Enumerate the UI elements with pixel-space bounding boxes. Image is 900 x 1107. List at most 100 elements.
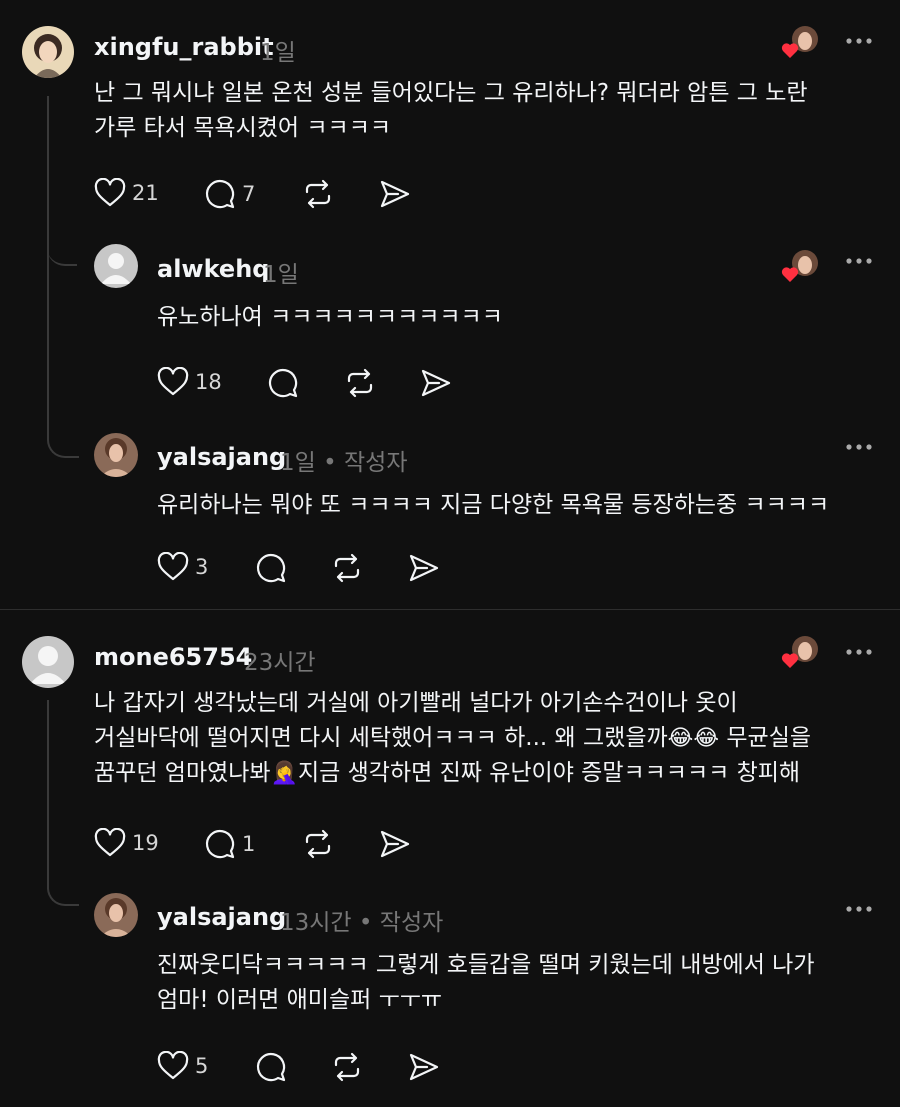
avatar[interactable] — [94, 433, 138, 477]
more-icon[interactable] — [845, 37, 873, 47]
timestamp: 1일 — [263, 262, 299, 288]
heart-icon — [157, 367, 189, 396]
comment-icon — [257, 1053, 286, 1082]
thread-divider — [0, 609, 900, 610]
like-button[interactable]: 21 — [94, 178, 159, 208]
comment-line: 난 그 뭐시냐 일본 온천 성분 들어있다는 그 유리하나? 뭐더라 암튼 그 … — [94, 80, 808, 106]
more-icon[interactable] — [845, 905, 873, 915]
repost-icon — [334, 553, 360, 583]
reply-connector — [47, 868, 79, 906]
more-icon[interactable] — [845, 648, 873, 658]
comment-body: 나 갑자기 생각났는데 거실에 아기빨래 널다가 아기손수건이나 옷이 거실바닥… — [94, 686, 811, 791]
reply-count: 7 — [242, 182, 256, 206]
comment-line: 가루 타서 목욕시켰어 ㅋㅋㅋㅋ — [94, 115, 392, 141]
like-count: 5 — [195, 1054, 209, 1078]
share-button[interactable] — [378, 828, 412, 860]
timestamp-author-tag: 13시간 • 작성자 — [280, 910, 444, 936]
repost-icon — [347, 368, 373, 398]
like-count: 18 — [195, 370, 222, 394]
reply-count: 1 — [242, 832, 256, 856]
comment-line-text: 지금 생각하면 진짜 유난이야 증말ㅋㅋㅋㅋㅋ 창피해 — [298, 760, 801, 786]
heart-icon — [157, 1051, 189, 1080]
comment-line: 꿈꾸던 엄마였나봐🤦‍♀️지금 생각하면 진짜 유난이야 증말ㅋㅋㅋㅋㅋ 창피해 — [94, 756, 811, 791]
facepalm-emoji: 🤦‍♀️ — [270, 761, 298, 786]
comment-body: 유리하나는 뭐야 또 ㅋㅋㅋㅋ 지금 다양한 목욕물 등장하는중 ㅋㅋㅋㅋ — [157, 488, 829, 523]
heart-icon — [94, 178, 126, 207]
reply-connector — [47, 420, 79, 458]
comment-line: 유노하나여 ㅋㅋㅋㅋㅋㅋㅋㅋㅋㅋㅋ — [157, 304, 503, 330]
repost-button[interactable] — [330, 552, 364, 584]
reply-button[interactable] — [255, 552, 287, 584]
reply-button[interactable] — [267, 367, 299, 399]
liked-by-author-icon — [781, 24, 818, 60]
reply-button[interactable]: 7 — [204, 178, 255, 210]
comment-icon — [269, 369, 298, 398]
comment-line-text: 거실바닥에 떨어지면 다시 세탁했어ㅋㅋㅋ 하... 왜 그랬을까 — [94, 725, 668, 751]
comment-icon — [206, 180, 235, 209]
timestamp-author-tag: 1일 • 작성자 — [280, 450, 408, 476]
username[interactable]: mone65754 — [94, 643, 252, 671]
comment-body: 난 그 뭐시냐 일본 온천 성분 들어있다는 그 유리하나? 뭐더라 암튼 그 … — [94, 76, 808, 146]
repost-icon — [305, 829, 331, 859]
thread-line — [47, 96, 49, 426]
like-button[interactable]: 5 — [157, 1051, 208, 1081]
share-icon — [409, 554, 439, 582]
avatar[interactable] — [22, 636, 74, 688]
repost-icon — [334, 1052, 360, 1082]
comment-line-text: 무균실을 — [719, 725, 812, 751]
reply-button[interactable] — [255, 1051, 287, 1083]
author-tag: 작성자 — [344, 450, 408, 476]
more-icon[interactable] — [845, 257, 873, 267]
comment-line: 나 갑자기 생각났는데 거실에 아기빨래 널다가 아기손수건이나 옷이 — [94, 690, 738, 716]
reply-button[interactable]: 1 — [204, 828, 255, 860]
comment-icon — [206, 830, 235, 859]
timestamp: 1일 — [260, 40, 296, 66]
reply-connector — [47, 240, 77, 266]
comment-body: 유노하나여 ㅋㅋㅋㅋㅋㅋㅋㅋㅋㅋㅋ — [157, 300, 503, 335]
share-icon — [409, 1053, 439, 1081]
share-button[interactable] — [378, 178, 412, 210]
timestamp: 23시간 — [244, 650, 316, 676]
comment-icon — [257, 554, 286, 583]
share-button[interactable] — [407, 552, 441, 584]
repost-button[interactable] — [301, 178, 335, 210]
share-icon — [380, 830, 410, 858]
avatar[interactable] — [94, 244, 138, 288]
like-button[interactable]: 18 — [157, 367, 222, 397]
username[interactable]: alwkehq — [157, 255, 269, 283]
repost-icon — [305, 179, 331, 209]
laughing-emoji: 😂😂 — [667, 726, 720, 751]
comment-line: 엄마! 이러면 애미슬퍼 ㅜㅜㅠ — [157, 987, 443, 1013]
heart-icon — [157, 552, 189, 581]
like-count: 3 — [195, 555, 209, 579]
repost-button[interactable] — [330, 1051, 364, 1083]
comment-line-text: 꿈꾸던 엄마였나봐 — [94, 760, 271, 786]
username[interactable]: yalsajang — [157, 903, 286, 931]
like-button[interactable]: 19 — [94, 828, 159, 858]
avatar[interactable] — [94, 893, 138, 937]
repost-button[interactable] — [343, 367, 377, 399]
timestamp: 13시간 — [280, 910, 352, 936]
comment-line: 거실바닥에 떨어지면 다시 세탁했어ㅋㅋㅋ 하... 왜 그랬을까😂😂 무균실을 — [94, 721, 811, 756]
timestamp: 1일 — [280, 450, 316, 476]
username[interactable]: xingfu_rabbit — [94, 33, 274, 61]
author-tag: 작성자 — [379, 910, 444, 936]
like-count: 19 — [132, 831, 159, 855]
thread-line — [47, 700, 49, 888]
like-button[interactable]: 3 — [157, 552, 208, 582]
share-button[interactable] — [419, 367, 453, 399]
more-icon[interactable] — [845, 443, 873, 453]
comment-body: 진짜웃디닥ㅋㅋㅋㅋㅋ 그렇게 호들갑을 떨며 키웠는데 내방에서 나가 엄마! … — [157, 948, 815, 1018]
liked-by-author-icon — [781, 634, 818, 670]
comment-line: 유리하나는 뭐야 또 ㅋㅋㅋㅋ 지금 다양한 목욕물 등장하는중 ㅋㅋㅋㅋ — [157, 492, 830, 518]
share-icon — [421, 369, 451, 397]
like-count: 21 — [132, 181, 159, 205]
heart-icon — [94, 828, 126, 857]
username[interactable]: yalsajang — [157, 443, 286, 471]
avatar[interactable] — [22, 26, 74, 78]
repost-button[interactable] — [301, 828, 335, 860]
share-icon — [380, 180, 410, 208]
liked-by-author-icon — [781, 248, 818, 284]
comment-line: 진짜웃디닥ㅋㅋㅋㅋㅋ 그렇게 호들갑을 떨며 키웠는데 내방에서 나가 — [157, 952, 815, 978]
share-button[interactable] — [407, 1051, 441, 1083]
